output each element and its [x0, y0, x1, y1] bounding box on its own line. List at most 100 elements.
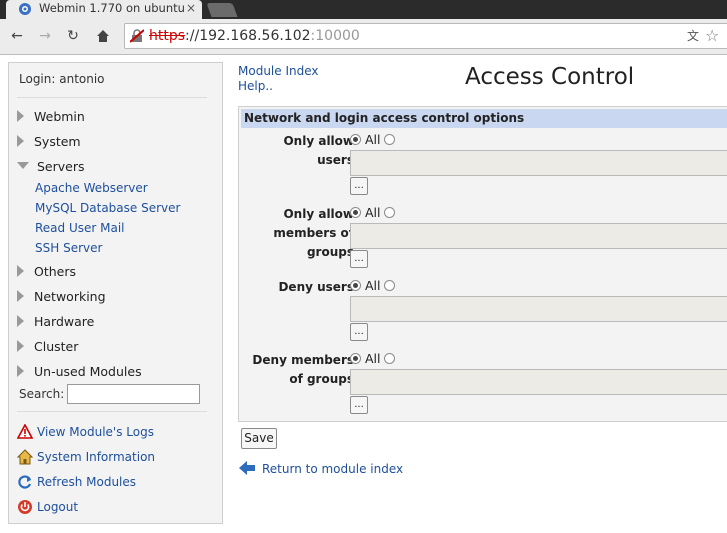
tab-title: Webmin 1.770 on ubuntu [39, 1, 185, 15]
field-label-only-allow-users: Only allow users [283, 132, 354, 170]
category-system[interactable]: System [17, 132, 81, 152]
label-line: Only allow [283, 134, 354, 148]
login-label: Login: antonio [19, 72, 105, 86]
radio-label: All [364, 205, 381, 220]
category-label: Cluster [34, 339, 79, 354]
url-port: :10000 [310, 28, 360, 44]
field-label-deny-groups: Deny members of groups [252, 351, 354, 389]
radio-group-deny-users: All [350, 278, 396, 294]
radio-all[interactable] [350, 280, 361, 291]
link-label: View Module's Logs [37, 425, 154, 439]
label-line: Deny users [278, 280, 354, 294]
label-line: Only allow [283, 207, 354, 221]
return-link-label: Return to module index [262, 462, 404, 476]
return-to-module-index-link[interactable]: Return to module index [238, 460, 403, 478]
refresh-modules-link[interactable]: Refresh Modules [17, 473, 136, 491]
forward-arrow-icon[interactable]: → [36, 27, 54, 45]
category-label: Hardware [34, 314, 95, 329]
category-label: Servers [37, 159, 85, 174]
module-mysql-database-server[interactable]: MySQL Database Server [35, 201, 180, 215]
category-cluster[interactable]: Cluster [17, 337, 78, 357]
group-chooser-button[interactable]: ... [350, 250, 368, 268]
reload-icon[interactable]: ↻ [64, 27, 82, 45]
back-arrow-icon [239, 461, 255, 475]
expand-arrow-icon [17, 340, 24, 352]
address-bar[interactable]: https://192.168.56.102:10000 文 ☆ [124, 23, 727, 49]
url-host: ://192.168.56.102 [185, 28, 311, 44]
refresh-icon [18, 475, 32, 489]
radio-label: All [364, 132, 381, 147]
tab-strip: Webmin 1.770 on ubuntu × [0, 0, 727, 19]
back-arrow-icon[interactable]: ← [8, 27, 26, 45]
new-tab-button[interactable] [206, 3, 238, 17]
category-label: Un-used Modules [34, 364, 142, 379]
home-button-icon[interactable] [94, 27, 112, 45]
expand-arrow-icon [17, 265, 24, 277]
label-line: Deny members [252, 353, 354, 367]
expand-arrow-icon [17, 290, 24, 302]
bookmark-star-icon[interactable]: ☆ [705, 24, 719, 48]
label-line: members of [273, 226, 354, 240]
only-allow-groups-textarea[interactable] [350, 223, 727, 249]
webmin-favicon-icon [19, 3, 31, 15]
category-label: System [34, 134, 81, 149]
label-line: of groups [289, 372, 354, 386]
system-information-link[interactable]: System Information [17, 448, 155, 466]
browser-tab[interactable]: Webmin 1.770 on ubuntu × [6, 0, 202, 19]
divider [17, 411, 207, 412]
category-webmin[interactable]: Webmin [17, 107, 85, 127]
url-scheme: https [149, 28, 186, 44]
expand-arrow-icon [17, 110, 24, 122]
radio-all[interactable] [350, 353, 361, 364]
radio-listed[interactable] [384, 280, 396, 291]
view-module-logs-link[interactable]: View Module's Logs [17, 423, 154, 441]
deny-users-textarea[interactable] [350, 296, 727, 322]
module-index-link[interactable]: Module Index [238, 64, 318, 78]
category-label: Networking [34, 289, 106, 304]
collapse-arrow-icon [17, 162, 29, 169]
logout-link[interactable]: Logout [17, 498, 78, 516]
link-label: Refresh Modules [37, 475, 137, 489]
divider [17, 97, 207, 98]
radio-all[interactable] [350, 207, 361, 218]
save-button[interactable]: Save [241, 428, 277, 449]
help-link[interactable]: Help.. [238, 79, 273, 93]
radio-label: All [364, 351, 381, 366]
category-networking[interactable]: Networking [17, 287, 106, 307]
module-apache-webserver[interactable]: Apache Webserver [35, 181, 148, 195]
category-label: Webmin [34, 109, 85, 124]
user-chooser-button[interactable]: ... [350, 323, 368, 341]
expand-arrow-icon [17, 315, 24, 327]
expand-arrow-icon [17, 135, 24, 147]
radio-label: All [364, 278, 381, 293]
expand-arrow-icon [17, 365, 24, 377]
only-allow-users-textarea[interactable] [350, 150, 727, 176]
category-unused-modules[interactable]: Un-used Modules [17, 362, 142, 382]
radio-listed[interactable] [384, 207, 396, 218]
page-title: Access Control [465, 64, 635, 90]
translate-icon[interactable]: 文 [687, 24, 699, 48]
category-hardware[interactable]: Hardware [17, 312, 94, 332]
category-label: Others [34, 264, 77, 279]
field-label-deny-users: Deny users [278, 278, 354, 297]
group-chooser-button[interactable]: ... [350, 396, 368, 414]
deny-groups-textarea[interactable] [350, 369, 727, 395]
label-line: users [317, 153, 354, 167]
power-icon [18, 500, 32, 514]
home-icon [17, 449, 33, 465]
category-servers[interactable]: Servers [17, 157, 85, 177]
user-chooser-button[interactable]: ... [350, 177, 368, 195]
search-input[interactable] [67, 384, 200, 404]
section-header: Network and login access control options [241, 109, 727, 128]
tab-close-icon[interactable]: × [186, 0, 196, 17]
radio-group-deny-groups: All [350, 351, 396, 367]
field-label-only-allow-groups: Only allow members of groups [273, 205, 354, 262]
category-others[interactable]: Others [17, 262, 76, 282]
module-ssh-server[interactable]: SSH Server [35, 241, 102, 255]
radio-all[interactable] [350, 134, 361, 145]
radio-listed[interactable] [384, 353, 396, 364]
radio-listed[interactable] [384, 134, 396, 145]
insecure-lock-icon [130, 29, 144, 43]
module-read-user-mail[interactable]: Read User Mail [35, 221, 125, 235]
radio-group-only-allow-groups: All [350, 205, 396, 221]
